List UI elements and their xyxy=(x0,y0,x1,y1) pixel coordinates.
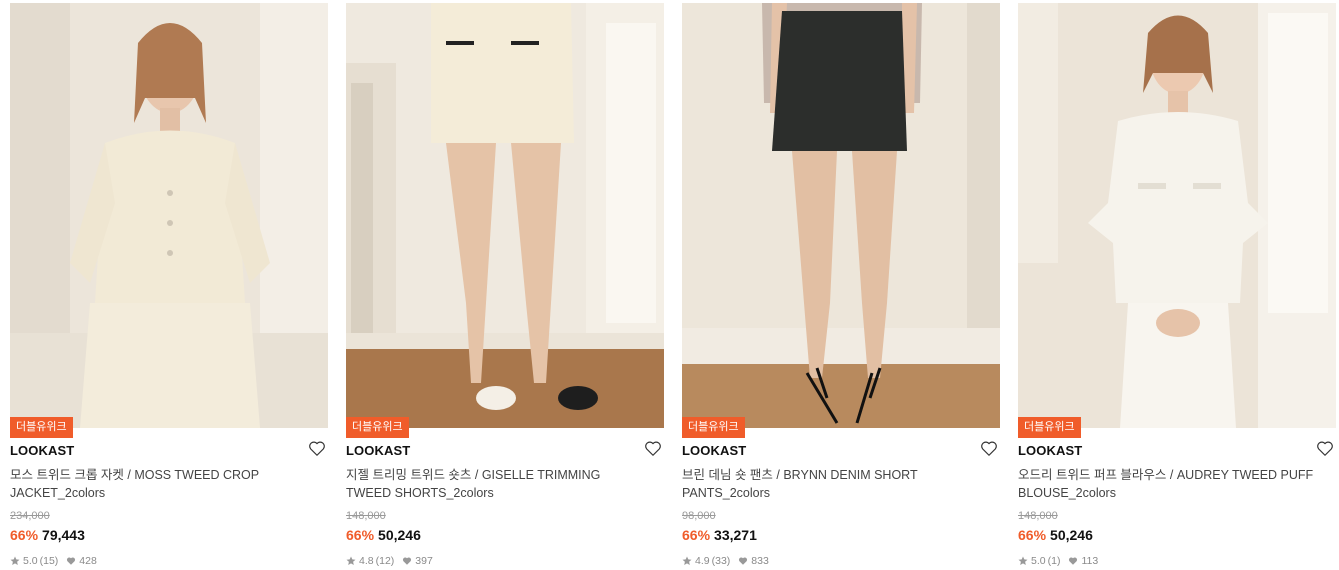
brand-name[interactable]: LOOKAST xyxy=(10,443,74,458)
rating-value: 5.0 xyxy=(1031,555,1046,567)
promo-badge: 더블유위크 xyxy=(1018,417,1081,438)
original-price: 98,000 xyxy=(682,510,716,522)
product-image[interactable] xyxy=(682,3,1000,428)
star-icon xyxy=(682,556,692,566)
heart-icon[interactable] xyxy=(644,440,662,457)
promo-badge: 더블유위크 xyxy=(10,417,73,438)
heart-filled-icon xyxy=(402,556,412,566)
original-price: 148,000 xyxy=(346,510,386,522)
heart-icon[interactable] xyxy=(980,440,998,457)
like-count: 397 xyxy=(415,555,433,567)
rating-value: 5.0 xyxy=(23,555,38,567)
discount-rate: 66% xyxy=(1018,527,1047,543)
brand-name[interactable]: LOOKAST xyxy=(682,443,746,458)
star-icon xyxy=(346,556,356,566)
heart-icon[interactable] xyxy=(308,440,326,457)
star-icon xyxy=(1018,556,1028,566)
heart-filled-icon xyxy=(738,556,748,566)
heart-icon[interactable] xyxy=(1316,440,1334,457)
woman-tweed-jacket-photo xyxy=(10,3,328,428)
heart-filled-icon xyxy=(66,556,76,566)
product-grid: 더블유위크 LOOKAST 모스 트위드 크롭 자켓 / MOSS TWEED … xyxy=(0,0,1339,570)
product-card[interactable]: 더블유위크 LOOKAST 지젤 트리밍 트위드 숏츠 / GISELLE TR… xyxy=(346,3,664,570)
like-count: 428 xyxy=(79,555,97,567)
sale-price: 33,271 xyxy=(714,527,757,543)
product-meta: 5.0 (15) 428 xyxy=(10,555,97,567)
product-meta: 4.8 (12) 397 xyxy=(346,555,433,567)
product-card[interactable]: 더블유위크 LOOKAST 모스 트위드 크롭 자켓 / MOSS TWEED … xyxy=(10,3,328,570)
original-price: 148,000 xyxy=(1018,510,1058,522)
review-count: (12) xyxy=(375,555,395,567)
rating-value: 4.9 xyxy=(695,555,710,567)
product-name[interactable]: 지젤 트리밍 트위드 숏츠 / GISELLE TRIMMING TWEED S… xyxy=(346,466,646,502)
sale-price: 79,443 xyxy=(42,527,85,543)
woman-tweed-blouse-photo xyxy=(1018,3,1336,428)
product-name[interactable]: 오드리 트위드 퍼프 블라우스 / AUDREY TWEED PUFF BLOU… xyxy=(1018,466,1318,502)
brand-name[interactable]: LOOKAST xyxy=(1018,443,1082,458)
review-count: (1) xyxy=(1047,555,1061,567)
tweed-shorts-photo xyxy=(346,3,664,428)
heart-filled-icon xyxy=(1068,556,1078,566)
brand-name[interactable]: LOOKAST xyxy=(346,443,410,458)
discount-rate: 66% xyxy=(682,527,711,543)
original-price: 234,000 xyxy=(10,510,50,522)
product-card[interactable]: 더블유위크 LOOKAST 브린 데님 숏 팬츠 / BRYNN DENIM S… xyxy=(682,3,1000,570)
price-line: 66% 33,271 xyxy=(682,527,757,543)
price-line: 66% 50,246 xyxy=(1018,527,1093,543)
like-count: 833 xyxy=(751,555,769,567)
product-meta: 4.9 (33) 833 xyxy=(682,555,769,567)
product-image[interactable] xyxy=(1018,3,1336,428)
denim-shorts-photo xyxy=(682,3,1000,428)
like-count: 113 xyxy=(1081,555,1099,567)
price-line: 66% 79,443 xyxy=(10,527,85,543)
promo-badge: 더블유위크 xyxy=(682,417,745,438)
review-count: (33) xyxy=(711,555,731,567)
product-image[interactable] xyxy=(346,3,664,428)
product-meta: 5.0 (1) 113 xyxy=(1018,555,1098,567)
review-count: (15) xyxy=(39,555,59,567)
discount-rate: 66% xyxy=(10,527,39,543)
product-name[interactable]: 브린 데님 숏 팬츠 / BRYNN DENIM SHORT PANTS_2co… xyxy=(682,466,982,502)
discount-rate: 66% xyxy=(346,527,375,543)
product-image[interactable] xyxy=(10,3,328,428)
product-card[interactable]: 더블유위크 LOOKAST 오드리 트위드 퍼프 블라우스 / AUDREY T… xyxy=(1018,3,1336,570)
sale-price: 50,246 xyxy=(378,527,421,543)
star-icon xyxy=(10,556,20,566)
promo-badge: 더블유위크 xyxy=(346,417,409,438)
rating-value: 4.8 xyxy=(359,555,374,567)
sale-price: 50,246 xyxy=(1050,527,1093,543)
product-name[interactable]: 모스 트위드 크롭 자켓 / MOSS TWEED CROP JACKET_2c… xyxy=(10,466,310,502)
price-line: 66% 50,246 xyxy=(346,527,421,543)
